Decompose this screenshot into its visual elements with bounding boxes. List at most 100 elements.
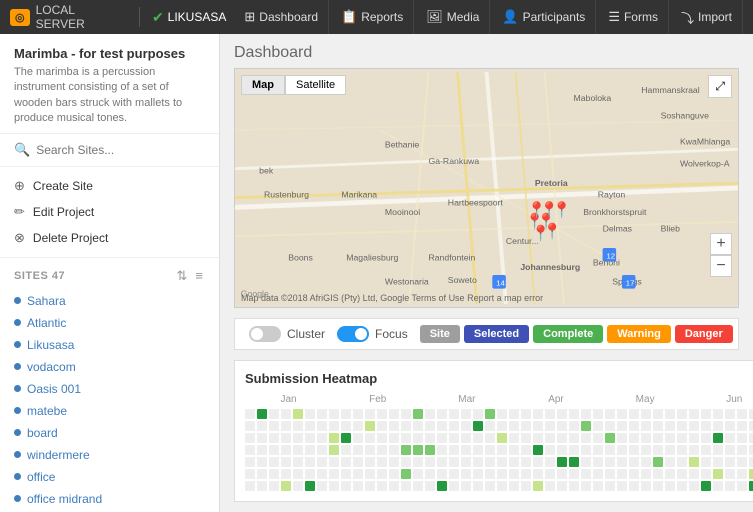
heatmap-cell	[437, 409, 447, 419]
cluster-toggle[interactable]	[249, 326, 281, 342]
badge-selected[interactable]: Selected	[464, 325, 529, 343]
site-dot	[14, 451, 21, 458]
heatmap-cell	[521, 433, 531, 443]
heatmap-cell	[389, 409, 399, 419]
heatmap-cell	[449, 469, 459, 479]
heatmap-cell	[389, 433, 399, 443]
heatmap-cell	[581, 433, 591, 443]
heatmap-cell	[677, 409, 687, 419]
list-item[interactable]: windermere	[14, 444, 205, 466]
heatmap-cell	[461, 433, 471, 443]
nav-forms[interactable]: ☰ Forms	[598, 0, 669, 34]
heatmap-cell	[437, 421, 447, 431]
heatmap-cell	[485, 469, 495, 479]
site-dot	[14, 495, 21, 502]
heatmap-cell	[569, 433, 579, 443]
delete-project-button[interactable]: ⊗ Delete Project	[14, 225, 205, 251]
heatmap-cell	[665, 433, 675, 443]
search-bar[interactable]: 🔍	[0, 134, 219, 167]
heatmap-cell	[305, 421, 315, 431]
heatmap-cell	[713, 433, 723, 443]
list-item[interactable]: office midrand	[14, 488, 205, 510]
list-item[interactable]: Likusasa	[14, 334, 205, 356]
heatmap-cell	[689, 469, 699, 479]
nav-import[interactable]: ⤵ Import	[671, 0, 743, 34]
heatmap-cell	[557, 457, 567, 467]
sort-asc-button[interactable]: ⇅	[175, 266, 190, 286]
heatmap-cell	[317, 481, 327, 491]
heatmap-cell	[533, 481, 543, 491]
map-tab-map[interactable]: Map	[241, 75, 285, 95]
badge-warning[interactable]: Warning	[607, 325, 671, 343]
heatmap-cell	[737, 409, 747, 419]
heatmap-cell	[569, 481, 579, 491]
heatmap-cell	[725, 409, 735, 419]
badge-site[interactable]: Site	[420, 325, 460, 343]
badge-danger[interactable]: Danger	[675, 325, 733, 343]
search-input[interactable]	[36, 143, 205, 157]
heatmap-cell	[365, 445, 375, 455]
heatmap-cell	[449, 421, 459, 431]
nav-project[interactable]: ✔ LIKUSASA	[152, 9, 226, 26]
heatmap-cell	[353, 457, 363, 467]
heatmap-cell	[533, 445, 543, 455]
heatmap-cell	[281, 469, 291, 479]
list-item[interactable]: Atlantic	[14, 312, 205, 334]
heatmap-cell	[629, 457, 639, 467]
heatmap-cell	[365, 421, 375, 431]
heatmap-cell	[341, 433, 351, 443]
heatmap-cell	[413, 409, 423, 419]
heatmap-cell	[317, 409, 327, 419]
heatmap-cell	[725, 469, 735, 479]
svg-text:KwaMhlanga: KwaMhlanga	[680, 136, 730, 146]
filter-button[interactable]: ≡	[193, 266, 205, 286]
svg-text:Westonaria: Westonaria	[385, 277, 429, 287]
nav-media[interactable]: 🖼 Media	[416, 0, 490, 34]
heatmap-cell	[521, 481, 531, 491]
nav-participants[interactable]: 👤 Participants	[492, 0, 596, 34]
heatmap-cell	[377, 409, 387, 419]
nav-participants-label: Participants	[523, 10, 586, 24]
edit-project-button[interactable]: ✏ Edit Project	[14, 199, 205, 225]
zoom-out-button[interactable]: −	[710, 255, 732, 277]
heatmap-cell	[257, 457, 267, 467]
list-item[interactable]: vodacom	[14, 356, 205, 378]
heatmap-cell	[617, 445, 627, 455]
brand-icon: ◎	[10, 9, 30, 26]
heatmap-cell	[581, 457, 591, 467]
forms-icon: ☰	[608, 9, 620, 25]
heatmap-cell	[605, 445, 615, 455]
map-tab-satellite[interactable]: Satellite	[285, 75, 346, 95]
svg-text:Boons: Boons	[288, 253, 313, 263]
svg-text:Bethanie: Bethanie	[385, 139, 419, 149]
map-expand-button[interactable]: ⤢	[708, 75, 732, 98]
heatmap-cell	[329, 409, 339, 419]
heatmap-cell	[509, 433, 519, 443]
heatmap-cell	[749, 445, 753, 455]
heatmap-cell	[473, 457, 483, 467]
heatmap-row	[245, 433, 753, 443]
sites-list: Sahara Atlantic Likusasa vodacom Oasis 0…	[0, 290, 219, 512]
list-item[interactable]: Sahara	[14, 290, 205, 312]
site-dot	[14, 363, 21, 370]
nav-reports[interactable]: 📋 Reports	[331, 0, 414, 34]
heatmap-cell	[557, 421, 567, 431]
heatmap-cell	[425, 433, 435, 443]
heatmap-cell	[593, 433, 603, 443]
heatmap-cell	[473, 469, 483, 479]
map-tabs: Map Satellite	[241, 75, 346, 95]
heatmap-cell	[257, 481, 267, 491]
create-site-button[interactable]: ⊕ Create Site	[14, 173, 205, 199]
focus-toggle[interactable]	[337, 326, 369, 342]
zoom-in-button[interactable]: +	[710, 233, 732, 255]
nav-dashboard[interactable]: ⊞ Dashboard	[234, 0, 329, 34]
heatmap-cell	[293, 469, 303, 479]
heatmap-cell	[509, 409, 519, 419]
list-item[interactable]: matebe	[14, 400, 205, 422]
list-item[interactable]: board	[14, 422, 205, 444]
heatmap-cell	[365, 433, 375, 443]
heatmap-cell	[545, 445, 555, 455]
list-item[interactable]: Oasis 001	[14, 378, 205, 400]
list-item[interactable]: office	[14, 466, 205, 488]
badge-complete[interactable]: Complete	[533, 325, 603, 343]
